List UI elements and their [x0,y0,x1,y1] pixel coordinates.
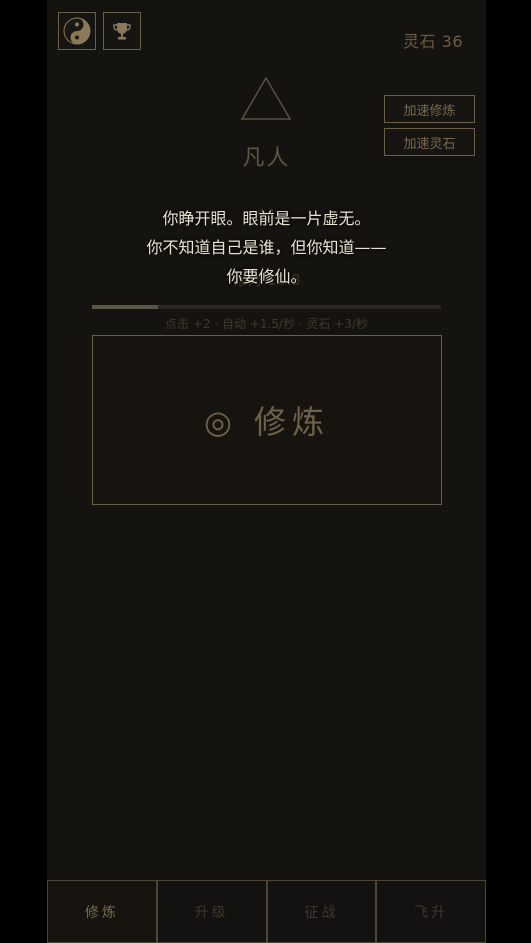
cultivate-button[interactable]: ◎ 修炼 [92,335,442,505]
game-screen: 灵石 36 加速修炼 加速灵石 凡人 0.1 修为 10.8 点击 +2 · 自… [47,0,486,943]
bottom-tab-bar: 修炼 升级 征战 飞升 [47,880,486,943]
cultivation-progress-fill [92,305,159,309]
trophy-button[interactable] [103,12,141,50]
story-line: 你要修仙。 [226,267,307,286]
tab-battle[interactable]: 征战 [266,881,377,943]
cultivation-progress-bar [92,305,441,309]
yin-yang-button[interactable] [58,12,96,50]
tab-upgrade[interactable]: 升级 [156,881,267,943]
spirit-stone-counter: 灵石 36 [403,32,463,51]
realm-name: 凡人 [242,146,291,171]
tab-cultivate[interactable]: 修炼 [47,881,157,943]
realm-triangle-icon [240,76,292,120]
yin-yang-icon [63,17,91,45]
tab-ascend[interactable]: 飞升 [376,881,486,943]
cultivate-button-label: ◎ 修炼 [203,403,331,441]
story-overlay: 你睁开眼。眼前是一片虚无。 你不知道自己是谁，但你知道—— 你要修仙。 [47,204,486,291]
story-line: 你睁开眼。眼前是一片虚无。 [162,209,371,228]
trophy-icon [113,23,131,40]
story-line: 你不知道自己是谁，但你知道—— [146,238,387,257]
rate-info: 点击 +2 · 自动 +1.5/秒 · 灵石 +3/秒 [165,317,368,331]
speed-cultivation-button[interactable]: 加速修炼 [384,95,475,123]
